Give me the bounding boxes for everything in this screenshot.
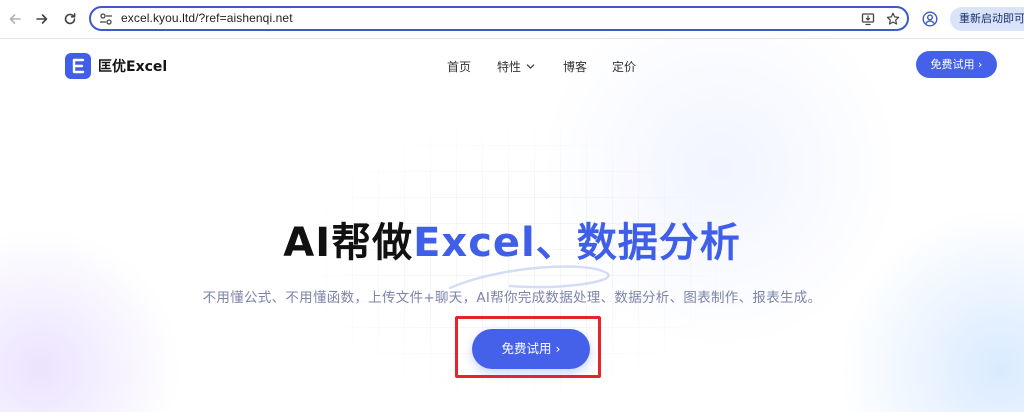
logo-e-icon <box>65 53 91 79</box>
hero-subtitle: 不用懂公式、不用懂函数，上传文件+聊天，AI帮你完成数据处理、数据分析、图表制作… <box>202 290 822 306</box>
header-free-trial-button[interactable]: 免费试用 › <box>916 51 997 78</box>
nav-home[interactable]: 首页 <box>447 58 471 75</box>
nav-features-label: 特性 <box>497 60 522 74</box>
reload-icon[interactable] <box>60 9 80 29</box>
chevron-down-icon <box>526 64 535 69</box>
forward-arrow-icon[interactable] <box>32 9 52 29</box>
hero-title-part1: AI帮做 <box>283 220 414 266</box>
nav-pricing[interactable]: 定价 <box>612 58 636 75</box>
logo-text: 匡优Excel <box>98 59 168 75</box>
relaunch-to-update-button[interactable]: 重新启动即可更新 <box>950 7 1024 31</box>
browser-toolbar: excel.kyou.ltd/?ref=aishenqi.net 重新启动即可更… <box>0 0 1024 39</box>
site-logo[interactable]: 匡优Excel <box>65 53 167 79</box>
site-settings-icon[interactable] <box>99 12 113 26</box>
address-bar[interactable]: excel.kyou.ltd/?ref=aishenqi.net <box>89 6 909 31</box>
bookmark-star-icon[interactable] <box>886 12 900 26</box>
hero-free-trial-button[interactable]: 免费试用 › <box>472 329 590 369</box>
nav-blog[interactable]: 博客 <box>563 58 587 75</box>
install-app-icon[interactable] <box>861 12 875 26</box>
url-text[interactable]: excel.kyou.ltd/?ref=aishenqi.net <box>121 11 293 25</box>
nav-features[interactable]: 特性 <box>497 58 535 75</box>
landing-page: 匡优Excel 首页 特性 博客 定价 免费试用 › AI帮做Excel、数据分… <box>0 39 1024 412</box>
back-arrow-icon[interactable] <box>5 9 25 29</box>
profile-icon[interactable] <box>922 11 938 27</box>
